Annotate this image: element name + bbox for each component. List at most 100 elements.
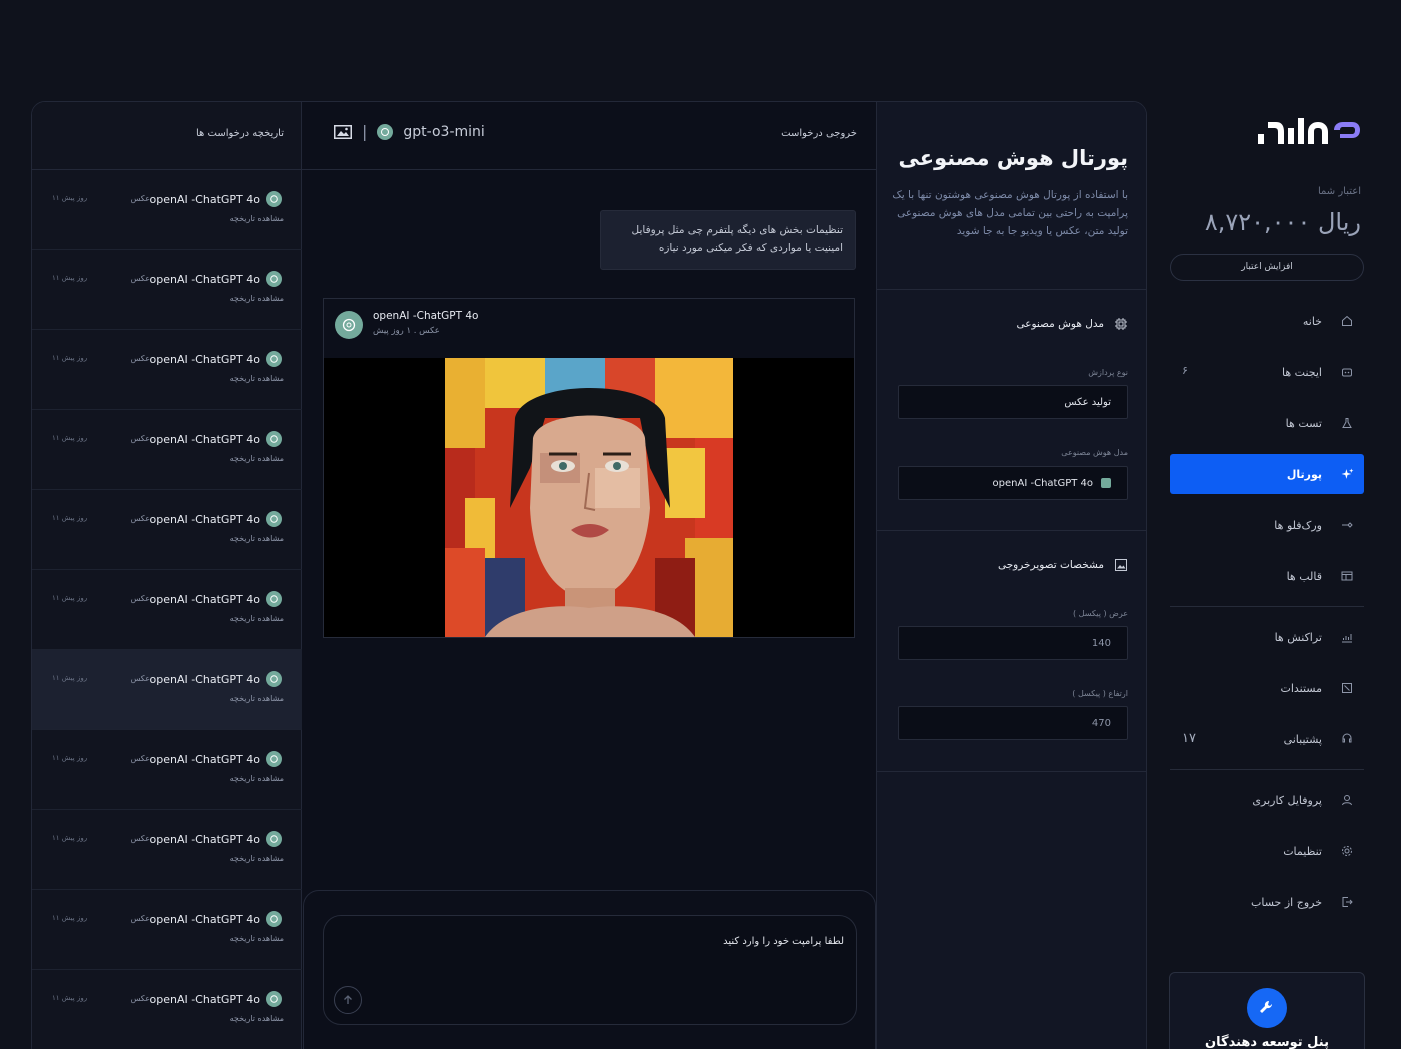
history-item[interactable]: openAI -ChatGPT 4o عکس ۱۱ روز پیش مشاهده تا… — [32, 330, 302, 410]
view-history-link[interactable]: مشاهده تاریخچه — [230, 774, 284, 783]
nav-label: تراکنش ها — [1274, 630, 1322, 644]
developer-panel-label: پنل توسعه دهندگان — [1205, 1035, 1329, 1049]
view-history-link[interactable]: مشاهده تاریخچه — [230, 614, 284, 623]
openai-icon — [1101, 478, 1111, 488]
template-icon — [1340, 569, 1354, 583]
nav-item-documents[interactable]: مستندات — [1170, 668, 1364, 708]
logout-icon — [1340, 895, 1354, 909]
history-time: ۱۱ روز پیش — [52, 914, 88, 922]
flask-icon — [1340, 416, 1354, 430]
model-section-header: مدل هوش مصنوعی — [1016, 317, 1128, 331]
openai-icon — [266, 191, 282, 207]
section-divider — [877, 530, 1146, 531]
history-item[interactable]: openAI -ChatGPT 4o عکس ۱۱ روز پیش مشاهده تا… — [32, 810, 302, 890]
nav-item-portal[interactable]: پورتال — [1170, 454, 1364, 494]
credit-label: اعتبار شما — [1317, 186, 1361, 197]
image-icon[interactable] — [334, 124, 352, 139]
nav-item-tests[interactable]: تست ها — [1170, 403, 1364, 443]
history-type: عکس — [130, 594, 150, 603]
ai-model-label: مدل هوش مصنوعی — [1061, 448, 1128, 457]
nav-item-home[interactable]: خانه — [1170, 301, 1364, 341]
ai-model-select[interactable]: openAI -ChatGPT 4o — [898, 466, 1128, 500]
settings-panel: پورتال هوش مصنوعی با استفاده از پورتال ه… — [877, 102, 1146, 1049]
nav-label: پشتیبانی — [1283, 732, 1322, 746]
history-type: عکس — [130, 834, 150, 843]
openai-icon — [266, 431, 282, 447]
history-item[interactable]: openAI -ChatGPT 4o عکس ۱۱ روز پیش مشاهده تا… — [32, 170, 302, 250]
brand-logo[interactable] — [1254, 108, 1364, 152]
nav-item-templates[interactable]: قالب ها — [1170, 556, 1364, 596]
height-input[interactable]: 470 — [898, 706, 1128, 740]
history-item[interactable]: openAI -ChatGPT 4o عکس ۱۱ روز پیش مشاهده تا… — [32, 490, 302, 570]
history-title: تاریخچه درخواست ها — [196, 128, 284, 139]
nav-item-logout[interactable]: خروج از حساب — [1170, 882, 1364, 922]
processing-type-select[interactable]: تولید عکس — [898, 385, 1128, 419]
send-button[interactable] — [334, 986, 362, 1014]
nav-item-settings[interactable]: تنظیمات — [1170, 831, 1364, 871]
nav-item-support[interactable]: پشتیبانی ۱۷ — [1170, 719, 1364, 759]
history-item[interactable]: openAI -ChatGPT 4o عکس ۱۱ روز پیش مشاهده تا… — [32, 570, 302, 650]
nav-label: قالب ها — [1286, 569, 1322, 583]
nav-item-profile[interactable]: پروفایل کاربری — [1170, 780, 1364, 820]
history-model: openAI -ChatGPT 4o — [149, 913, 261, 926]
history-model: openAI -ChatGPT 4o — [149, 593, 261, 606]
openai-icon — [266, 671, 282, 687]
history-item[interactable]: openAI -ChatGPT 4o عکس ۱۱ روز پیش مشاهده تا… — [32, 410, 302, 490]
history-model: openAI -ChatGPT 4o — [149, 353, 261, 366]
view-history-link[interactable]: مشاهده تاریخچه — [230, 534, 284, 543]
view-history-link[interactable]: مشاهده تاریخچه — [230, 934, 284, 943]
history-item[interactable]: openAI -ChatGPT 4o عکس ۱۱ روز پیش مشاهده تا… — [32, 890, 302, 970]
history-model: openAI -ChatGPT 4o — [149, 833, 261, 846]
history-time: ۱۱ روز پیش — [52, 434, 88, 442]
history-type: عکس — [130, 994, 150, 1003]
model-chip[interactable]: | gpt-o3-mini — [334, 122, 485, 141]
openai-icon — [266, 751, 282, 767]
wrench-icon — [1247, 988, 1287, 1028]
nav-label: خانه — [1302, 314, 1322, 328]
workflow-icon — [1340, 518, 1354, 532]
nav-divider — [1170, 606, 1364, 607]
history-type: عکس — [130, 194, 150, 203]
portal-description: با استفاده از پورتال هوش مصنوعی هوشتون ت… — [892, 189, 1128, 237]
ai-model-value: openAI -ChatGPT 4o — [992, 477, 1093, 489]
view-history-link[interactable]: مشاهده تاریخچه — [230, 1014, 284, 1023]
developer-panel-button[interactable]: پنل توسعه دهندگان — [1169, 972, 1365, 1049]
model-name: gpt-o3-mini — [403, 123, 485, 140]
prompt-input[interactable]: لطفا پرامپت خود را وارد کنید — [323, 915, 857, 1025]
image-icon — [1114, 558, 1128, 572]
history-model: openAI -ChatGPT 4o — [149, 433, 261, 446]
nav-item-agents[interactable]: ایجنت ها ۶ — [1170, 352, 1364, 392]
generated-image[interactable] — [324, 358, 854, 637]
history-type: عکس — [130, 674, 150, 683]
view-history-link[interactable]: مشاهده تاریخچه — [230, 454, 284, 463]
history-time: ۱۱ روز پیش — [52, 754, 88, 762]
openai-icon — [266, 351, 282, 367]
history-item[interactable]: openAI -ChatGPT 4o عکس ۱۱ روز پیش مشاهده تا… — [32, 650, 302, 730]
history-type: عکس — [130, 514, 150, 523]
history-model: openAI -ChatGPT 4o — [149, 273, 261, 286]
processing-type-label: نوع پردازش — [1088, 368, 1128, 377]
history-item[interactable]: openAI -ChatGPT 4o عکس ۱۱ روز پیش مشاهده تا… — [32, 730, 302, 810]
nav-item-workflows[interactable]: ورک‌فلو ها — [1170, 505, 1364, 545]
history-type: عکس — [130, 274, 150, 283]
output-label: خروجی درخواست — [781, 128, 857, 139]
increase-credit-button[interactable]: افزایش اعتبار — [1170, 254, 1364, 281]
response-header: openAI -ChatGPT 4o عکس . ۱ روز پیش — [324, 299, 854, 359]
history-time: ۱۱ روز پیش — [52, 354, 88, 362]
section-divider — [877, 771, 1146, 772]
width-input[interactable]: 140 — [898, 626, 1128, 660]
history-item[interactable]: openAI -ChatGPT 4o عکس ۱۱ روز پیش مشاهده تا… — [32, 970, 302, 1049]
portal-title: پورتال هوش مصنوعی — [898, 146, 1128, 170]
view-history-link[interactable]: مشاهده تاریخچه — [230, 374, 284, 383]
openai-icon — [266, 511, 282, 527]
nav-item-transactions[interactable]: تراکنش ها — [1170, 617, 1364, 657]
view-history-link[interactable]: مشاهده تاریخچه — [230, 694, 284, 703]
view-history-link[interactable]: مشاهده تاریخچه — [230, 854, 284, 863]
view-history-link[interactable]: مشاهده تاریخچه — [230, 214, 284, 223]
height-label: ارتفاع ( پیکسل ) — [1072, 689, 1128, 698]
history-type: عکس — [130, 914, 150, 923]
arrow-up-icon — [344, 995, 352, 1004]
history-item[interactable]: openAI -ChatGPT 4o عکس ۱۱ روز پیش مشاهده تا… — [32, 250, 302, 330]
history-time: ۱۱ روز پیش — [52, 674, 88, 682]
view-history-link[interactable]: مشاهده تاریخچه — [230, 294, 284, 303]
